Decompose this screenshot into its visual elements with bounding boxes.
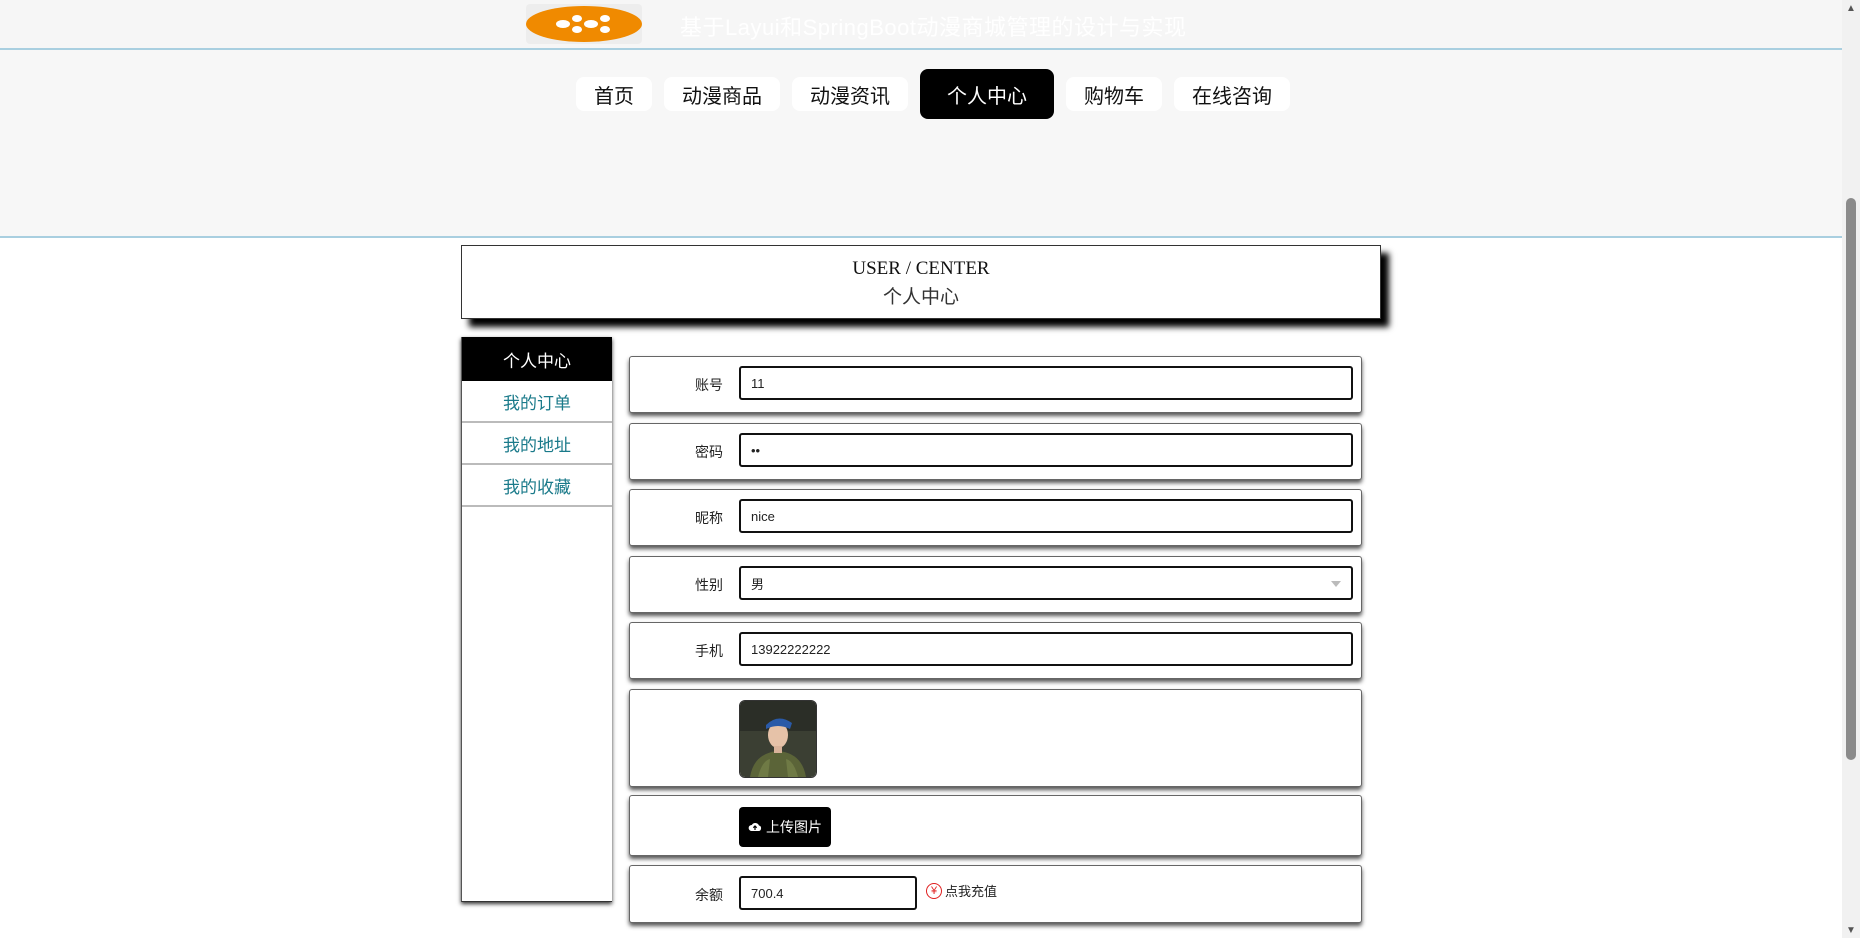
sidebar-item-orders[interactable]: 我的订单 [462, 381, 612, 423]
top-header: 基于Layui和SpringBoot动漫商城管理的设计与实现 [0, 0, 1842, 50]
nav-item-online-consult[interactable]: 在线咨询 [1174, 77, 1290, 111]
account-label: 账号 [695, 377, 723, 393]
gender-label: 性别 [695, 577, 723, 593]
form-row-account: 账号 11 [629, 356, 1362, 413]
upload-image-button[interactable]: 上传图片 [739, 807, 831, 847]
section-title-cn: 个人中心 [882, 287, 959, 308]
password-label: 密码 [695, 444, 723, 460]
form-row-gender: 性别 男 [629, 556, 1362, 613]
phone-input[interactable]: 13922222222 [739, 632, 1353, 666]
cloud-upload-icon [748, 822, 762, 831]
site-title: 基于Layui和SpringBoot动漫商城管理的设计与实现 [680, 15, 1187, 40]
form-row-avatar [629, 689, 1362, 787]
page-scrollbar[interactable]: ▲ ▼ [1842, 0, 1860, 938]
recharge-label: 点我充值 [945, 884, 998, 899]
nav-item-anime-products[interactable]: 动漫商品 [664, 77, 780, 111]
gender-select-value: 男 [751, 576, 765, 592]
nav-item-cart[interactable]: 购物车 [1066, 77, 1162, 111]
gender-select[interactable]: 男 [739, 566, 1353, 600]
phone-label: 手机 [695, 643, 723, 659]
sidebar-item-address[interactable]: 我的地址 [462, 423, 612, 465]
section-title-box: USER / CENTER 个人中心 [461, 245, 1381, 319]
form-row-upload: 上传图片 [629, 795, 1362, 856]
main-nav: 首页 动漫商品 动漫资讯 个人中心 购物车 在线咨询 [576, 69, 1290, 119]
nickname-input[interactable]: nice [739, 499, 1353, 533]
upload-image-label: 上传图片 [766, 819, 822, 835]
nav-item-user-center[interactable]: 个人中心 [920, 69, 1054, 119]
chevron-down-icon [1331, 581, 1341, 587]
balance-label: 余额 [695, 887, 723, 903]
section-title-en: USER / CENTER [852, 258, 990, 279]
avatar [739, 700, 817, 778]
scroll-down-icon[interactable]: ▼ [1842, 922, 1860, 938]
sidebar-item-user-center[interactable]: 个人中心 [462, 337, 612, 381]
form-row-balance: 余额 700.4 ¥ 点我充值 [629, 865, 1362, 923]
password-input[interactable]: •• [739, 433, 1353, 467]
sidebar-item-favorites[interactable]: 我的收藏 [462, 465, 612, 507]
nickname-label: 昵称 [695, 510, 723, 526]
balance-input[interactable]: 700.4 [739, 876, 917, 910]
account-input[interactable]: 11 [739, 366, 1353, 400]
scrollbar-thumb[interactable] [1846, 198, 1856, 760]
nav-item-home[interactable]: 首页 [576, 77, 652, 111]
form-row-password: 密码 •• [629, 423, 1362, 480]
nav-band: 首页 动漫商品 动漫资讯 个人中心 购物车 在线咨询 [0, 50, 1842, 238]
site-logo[interactable] [526, 4, 642, 44]
yen-icon: ¥ [926, 882, 942, 899]
form-row-nickname: 昵称 nice [629, 489, 1362, 546]
recharge-link[interactable]: ¥ 点我充值 [926, 881, 997, 900]
logo-mark-icon [526, 6, 642, 42]
scroll-up-icon[interactable]: ▲ [1842, 0, 1860, 16]
form-row-phone: 手机 13922222222 [629, 622, 1362, 679]
user-sidebar: 个人中心 我的订单 我的地址 我的收藏 [461, 337, 612, 902]
nav-item-anime-news[interactable]: 动漫资讯 [792, 77, 908, 111]
